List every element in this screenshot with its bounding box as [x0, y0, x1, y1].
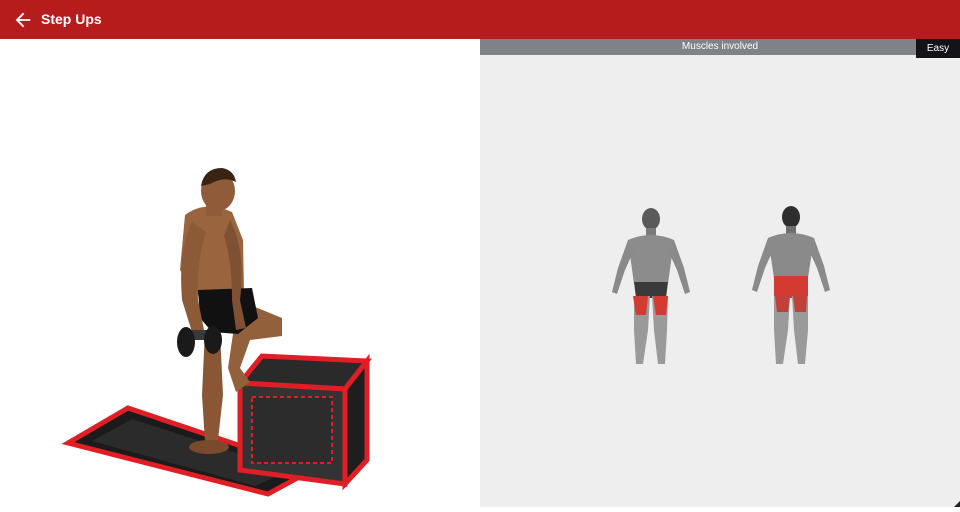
back-glutes-highlight	[774, 276, 808, 298]
app-bar: Step Ups	[0, 0, 960, 39]
standing-foot	[189, 440, 229, 454]
dumbbell-plate-right	[204, 326, 222, 354]
back-body-figure	[752, 206, 830, 364]
front-left-arm	[612, 240, 634, 294]
page-title: Step Ups	[41, 11, 102, 27]
corner-resize-handle	[954, 501, 960, 507]
muscles-panel: Muscles involved Easy	[480, 39, 960, 507]
front-body-figure	[612, 208, 690, 364]
back-left-arm	[752, 238, 774, 292]
front-shorts	[634, 282, 668, 298]
back-left-hamstring-highlight	[775, 296, 790, 312]
back-right-arm	[808, 238, 830, 292]
muscle-map	[612, 206, 830, 364]
back-torso	[768, 233, 814, 278]
step-up-illustration	[61, 168, 372, 497]
front-neck	[646, 228, 656, 236]
back-neck	[786, 226, 796, 234]
dumbbell-plate-left	[177, 327, 195, 357]
back-right-hamstring-highlight	[793, 296, 807, 312]
exercise-animation-panel	[0, 39, 480, 507]
front-torso	[628, 235, 674, 284]
front-right-arm	[668, 240, 690, 294]
box-front-panel	[251, 396, 333, 464]
front-head	[642, 208, 660, 230]
back-head	[782, 206, 800, 228]
arrow-left-icon[interactable]	[12, 9, 34, 31]
